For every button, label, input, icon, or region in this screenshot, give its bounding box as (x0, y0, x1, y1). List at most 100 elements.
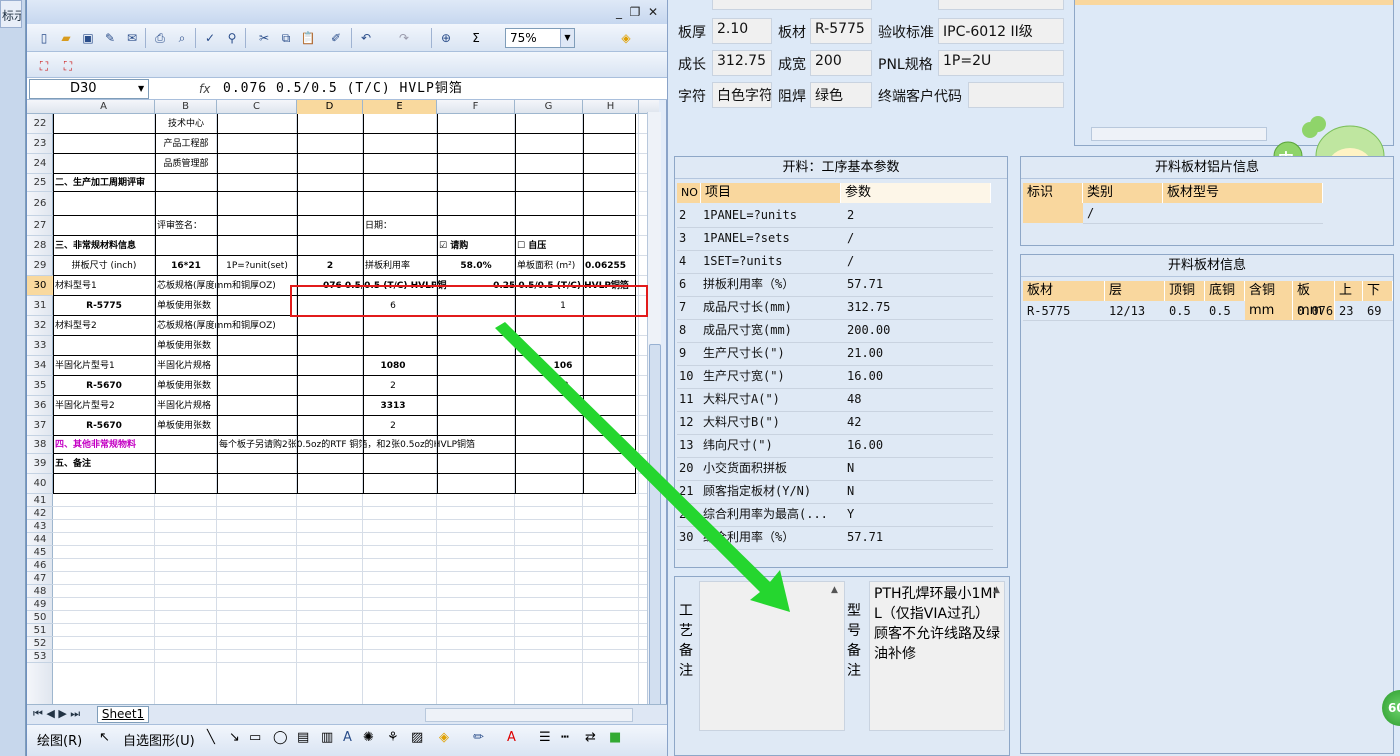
tab-nav-icons[interactable]: ⏮ ◀ ▶ ⏭ (33, 707, 80, 721)
table-row[interactable]: 30 综合利用率（%） 57.71 (677, 527, 993, 550)
diagram-icon[interactable]: ✺ (363, 730, 374, 745)
save-icon[interactable]: ▣ (79, 29, 97, 47)
cell[interactable]: 半固化片规格 (157, 396, 215, 416)
pdf-options-icon[interactable]: ⛶ (59, 57, 77, 75)
cell[interactable]: 单板使用张数 (157, 376, 215, 396)
field-thickness[interactable]: 2.10 (712, 18, 772, 44)
cell[interactable]: 技术中心 (157, 114, 215, 134)
print-icon[interactable]: ⎙ (151, 29, 169, 47)
row-header[interactable]: 22 (27, 114, 53, 134)
sheet-header[interactable]: 板材 (1023, 281, 1105, 301)
strip-tab[interactable]: 标示 (0, 0, 22, 28)
table-row[interactable]: 21 顾客指定板材(Y/N) N (677, 481, 993, 504)
cell[interactable]: 产品工程部 (157, 134, 215, 154)
table-row[interactable]: 12 大料尺寸B(") 42 (677, 412, 993, 435)
table-row[interactable]: R-5775 12/13 0.5 0.5 0.076 23 69 (1023, 301, 1393, 321)
cell[interactable]: 芯板规格(厚度mm和铜厚OZ) (157, 316, 297, 336)
cell[interactable]: 58.0% (439, 256, 513, 276)
list-hscroll[interactable] (1091, 127, 1267, 141)
row-header[interactable]: 30 (27, 276, 53, 296)
field-standard[interactable]: IPC-6012 II级 (938, 18, 1064, 44)
row-header[interactable]: 45 (27, 546, 53, 559)
cell[interactable]: 拼板利用率 (365, 256, 435, 276)
table-row[interactable]: 9 生产尺寸长(") 21.00 (677, 343, 993, 366)
column-header[interactable]: D (297, 100, 363, 114)
sheet-tab-sheet1[interactable]: Sheet1 (97, 706, 149, 723)
field-board[interactable]: R-5775 (810, 18, 872, 44)
field-length[interactable]: 312.75 (712, 50, 772, 76)
table-row[interactable]: 4 1SET=?units / (677, 251, 993, 274)
row-header[interactable]: 52 (27, 637, 53, 650)
row-header[interactable]: 23 (27, 134, 53, 154)
spreadsheet-grid[interactable]: ABCDEFGH 22 23 24 25 26 27 28 29 30 31 32 33 34 35 36 3… (27, 100, 659, 704)
cell[interactable]: 半固化片型号2 (55, 396, 153, 416)
table-row[interactable]: 7 成品尺寸长(mm) 312.75 (677, 297, 993, 320)
row-header[interactable]: 37 (27, 416, 53, 436)
column-header[interactable]: F (437, 100, 515, 114)
cell[interactable]: 品质管理部 (157, 154, 215, 174)
cell[interactable]: 1P=?unit(set) (219, 256, 295, 276)
table-row[interactable]: 10 生产尺寸宽(") 16.00 (677, 366, 993, 389)
column-header[interactable]: G (515, 100, 583, 114)
row-header[interactable]: 33 (27, 336, 53, 356)
picture-icon[interactable]: ▨ (411, 730, 423, 745)
oval-icon[interactable]: ◯ (273, 730, 288, 745)
sheet-header[interactable]: 上 (1335, 281, 1363, 301)
row-header[interactable]: 34 (27, 356, 53, 376)
line-style-icon[interactable]: ☰ (539, 730, 551, 745)
autoshapes-menu[interactable]: 自选图形(U) (123, 730, 195, 749)
row-header[interactable]: 24 (27, 154, 53, 174)
type-scroll-up-icon[interactable]: ▲ (993, 585, 1000, 595)
table-row[interactable]: 11 大料尺寸A(") 48 (677, 389, 993, 412)
row-header[interactable]: 27 (27, 216, 53, 236)
alu-row-type[interactable]: / (1087, 203, 1094, 223)
fill-icon[interactable]: ◈ (439, 730, 449, 745)
vertical-textbox-icon[interactable]: ▥ (321, 730, 333, 745)
cell[interactable]: 材料型号1 (55, 276, 153, 296)
sheet-header[interactable]: 层 (1105, 281, 1165, 301)
row-header[interactable]: 31 (27, 296, 53, 316)
type-note-field[interactable]: PTH孔焊环最小1MIL（仅指VIA过孔）顾客不允许线路及绿油补修 (869, 581, 1005, 731)
vertical-scrollbar[interactable] (647, 112, 661, 756)
row-header[interactable]: 50 (27, 611, 53, 624)
close-icon[interactable]: ✕ (645, 4, 661, 20)
row-header[interactable]: 28 (27, 236, 53, 256)
horizontal-scrollbar[interactable] (425, 708, 633, 722)
cell[interactable]: 1080 (323, 356, 463, 376)
cell[interactable]: 四、其他非常规物料 (55, 436, 153, 454)
row-header[interactable]: 40 (27, 474, 53, 494)
table-row[interactable]: 2 1PANEL=?units 2 (677, 205, 993, 228)
cells-area[interactable]: 技术中心 产品工程部 品质管理部 二、生产加工周期评审 评审签名： 日期： 三、非常规材料信… (53, 114, 659, 704)
row-header[interactable]: 42 (27, 507, 53, 520)
sheet-header[interactable]: 顶铜 (1165, 281, 1205, 301)
research-icon[interactable]: ⚲ (223, 29, 241, 47)
table-row[interactable]: 3 1PANEL=?sets / (677, 228, 993, 251)
line-icon[interactable]: ╲ (207, 730, 215, 745)
cell[interactable]: 2 (299, 256, 361, 276)
cell[interactable]: 单板使用张数 (157, 296, 215, 316)
cell[interactable]: R-5670 (55, 416, 153, 436)
cell[interactable]: 16*21 (157, 256, 215, 276)
column-header[interactable]: A (53, 100, 155, 114)
copy-icon[interactable]: ⧉ (277, 29, 295, 47)
cell[interactable]: 106 (463, 356, 659, 376)
email-icon[interactable]: ✉ (123, 29, 141, 47)
arrow-style-icon[interactable]: ⇄ (585, 730, 596, 745)
fx-icon[interactable]: fx (199, 80, 215, 98)
wordart-icon[interactable]: A (343, 730, 352, 745)
row-header[interactable]: 43 (27, 520, 53, 533)
row-header[interactable]: 32 (27, 316, 53, 336)
cell[interactable]: 单板面积 (m²) (517, 256, 581, 276)
cell[interactable]: 每个板子另请购2张0.5oz的RTF 铜箔，和2张0.5oz的HVLP铜箔 (219, 436, 619, 454)
textbox-icon[interactable]: ▤ (297, 730, 309, 745)
sheet-header[interactable]: 下 (1363, 281, 1393, 301)
table-row[interactable]: 6 拼板利用率（%） 57.71 (677, 274, 993, 297)
sheet-header[interactable]: 底铜 (1205, 281, 1245, 301)
field-silkscreen[interactable]: 白色字符 (712, 82, 772, 108)
scroll-thumb[interactable] (649, 344, 661, 756)
alu-row-mark[interactable] (1023, 203, 1083, 223)
row-header[interactable]: 44 (27, 533, 53, 546)
field-pnl[interactable]: 1P=2U (938, 50, 1064, 76)
table-row[interactable]: 8 成品尺寸宽(mm) 200.00 (677, 320, 993, 343)
column-header[interactable]: B (155, 100, 217, 114)
